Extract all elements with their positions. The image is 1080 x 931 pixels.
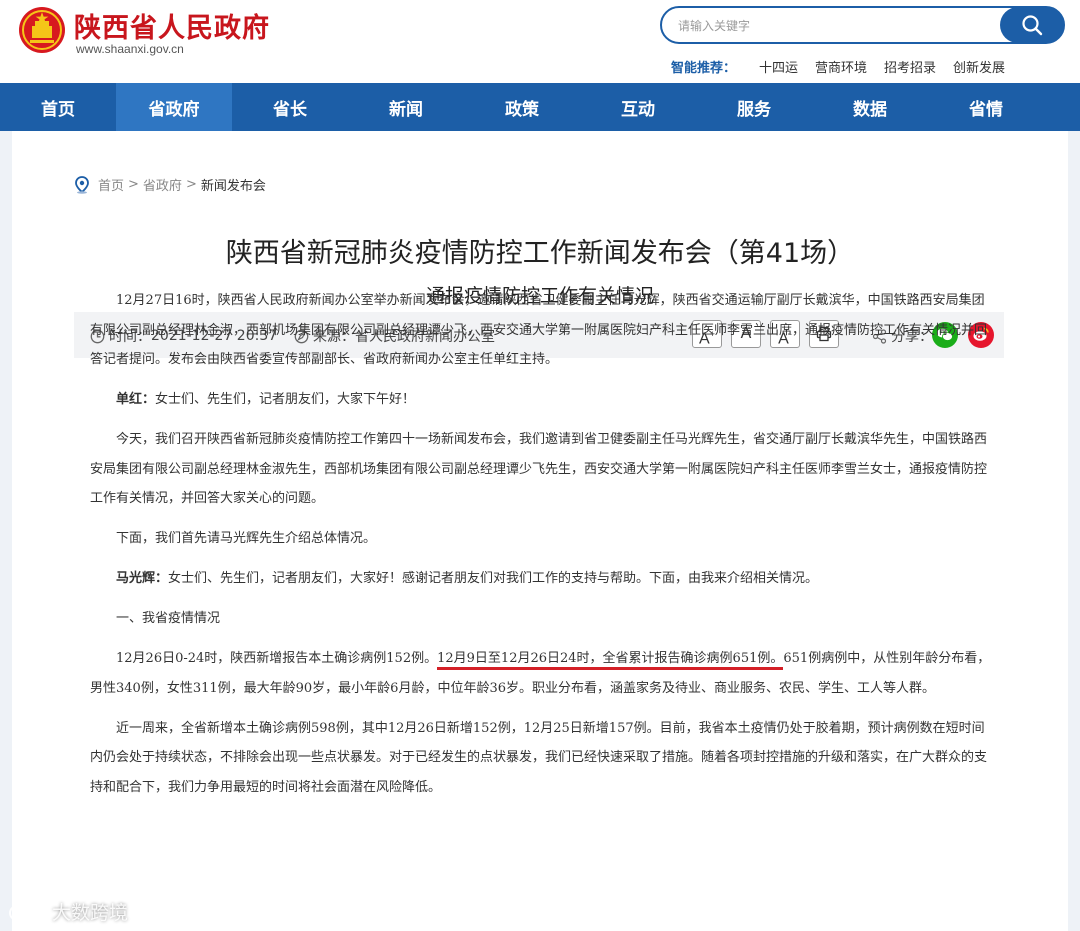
breadcrumb-separator: > xyxy=(185,177,197,192)
watermark-logo-icon xyxy=(9,903,46,921)
article-paragraph: 12月26日0-24时，陕西新增报告本土确诊病例152例。12月9日至12月26… xyxy=(90,644,993,703)
nav-item-home[interactable]: 首页 xyxy=(0,83,116,131)
article-paragraph: 马光辉：女士们、先生们，记者朋友们，大家好！感谢记者朋友们对我们工作的支持与帮助… xyxy=(90,564,993,594)
search-box xyxy=(660,6,1065,44)
highlighted-text: 12月9日至12月26日24时，全省累计报告确诊病例651例。 xyxy=(437,651,784,670)
smart-link-recruitment[interactable]: 招考招录 xyxy=(884,57,936,76)
article-body: 12月27日16时，陕西省人民政府新闻办公室举办新闻发布会，邀请陕西省卫健委副主… xyxy=(90,286,993,813)
site-url: www.shaanxi.gov.cn xyxy=(76,42,184,56)
main-nav: 首页 省政府 省长 新闻 政策 互动 服务 数据 省情 xyxy=(0,83,1080,131)
nav-item-governor[interactable]: 省长 xyxy=(232,83,348,131)
speaker-text: 女士们、先生们，记者朋友们，大家下午好！ xyxy=(155,392,416,407)
location-pin-icon xyxy=(75,175,89,194)
article-paragraph: 近一周来，全省新增本土确诊病例598例，其中12月26日新增152例，12月25… xyxy=(90,720,988,795)
search-icon xyxy=(1022,15,1043,36)
paragraph-part: 12月26日0-24时，陕西新增报告本土确诊病例152例。 xyxy=(116,651,438,666)
search-button[interactable] xyxy=(1000,7,1064,43)
nav-item-service[interactable]: 服务 xyxy=(696,83,812,131)
nav-item-data[interactable]: 数据 xyxy=(812,83,928,131)
speaker-name: 马光辉： xyxy=(116,571,169,586)
nav-item-interaction[interactable]: 互动 xyxy=(580,83,696,131)
article-paragraph: 12月27日16时，陕西省人民政府新闻办公室举办新闻发布会，邀请陕西省卫健委副主… xyxy=(90,293,988,367)
search-input[interactable] xyxy=(676,16,1000,36)
national-emblem-icon[interactable] xyxy=(18,6,66,54)
nav-item-policy[interactable]: 政策 xyxy=(464,83,580,131)
article-title: 陕西省新冠肺炎疫情防控工作新闻发布会（第41场） xyxy=(225,238,855,269)
nav-item-province-info[interactable]: 省情 xyxy=(928,83,1044,131)
breadcrumb-current[interactable]: 新闻发布会 xyxy=(201,175,266,194)
smart-link-innovation[interactable]: 创新发展 xyxy=(953,57,1005,76)
site-title[interactable]: 陕西省人民政府 xyxy=(74,6,270,45)
watermark-text: 大数跨境 xyxy=(52,902,129,924)
site-header: 陕西省人民政府 www.shaanxi.gov.cn 智能推荐： 十四运 营商环… xyxy=(0,0,1080,83)
smart-link-14th-games[interactable]: 十四运 xyxy=(759,57,798,76)
smart-recommend-label: 智能推荐： xyxy=(671,61,737,76)
breadcrumb-separator: > xyxy=(128,177,139,192)
nav-item-province-gov[interactable]: 省政府 xyxy=(116,83,232,131)
breadcrumb: 首页 > 省政府 > 新闻发布会 xyxy=(74,175,266,194)
nav-item-news[interactable]: 新闻 xyxy=(348,83,464,131)
article-paragraph: 今天，我们召开陕西省新冠肺炎疫情防控工作第四十一场新闻发布会，我们邀请到省卫健委… xyxy=(90,432,988,506)
breadcrumb-home[interactable]: 首页 xyxy=(98,175,124,194)
smart-link-business-env[interactable]: 营商环境 xyxy=(815,57,867,76)
watermark: 大数跨境 xyxy=(8,898,128,925)
article-paragraph: 下面，我们首先请马光辉先生介绍总体情况。 xyxy=(116,531,377,546)
section-heading: 一、我省疫情情况 xyxy=(116,611,221,626)
speaker-name: 单红： xyxy=(116,392,156,407)
speaker-text: 女士们、先生们，记者朋友们，大家好！感谢记者朋友们对我们工作的支持与帮助。下面，… xyxy=(168,571,819,586)
smart-recommend-links: 十四运 营商环境 招考招录 创新发展 xyxy=(759,57,1005,76)
article-paragraph: 单红：女士们、先生们，记者朋友们，大家下午好！ xyxy=(90,385,993,415)
breadcrumb-province-gov[interactable]: 省政府 xyxy=(143,175,182,194)
